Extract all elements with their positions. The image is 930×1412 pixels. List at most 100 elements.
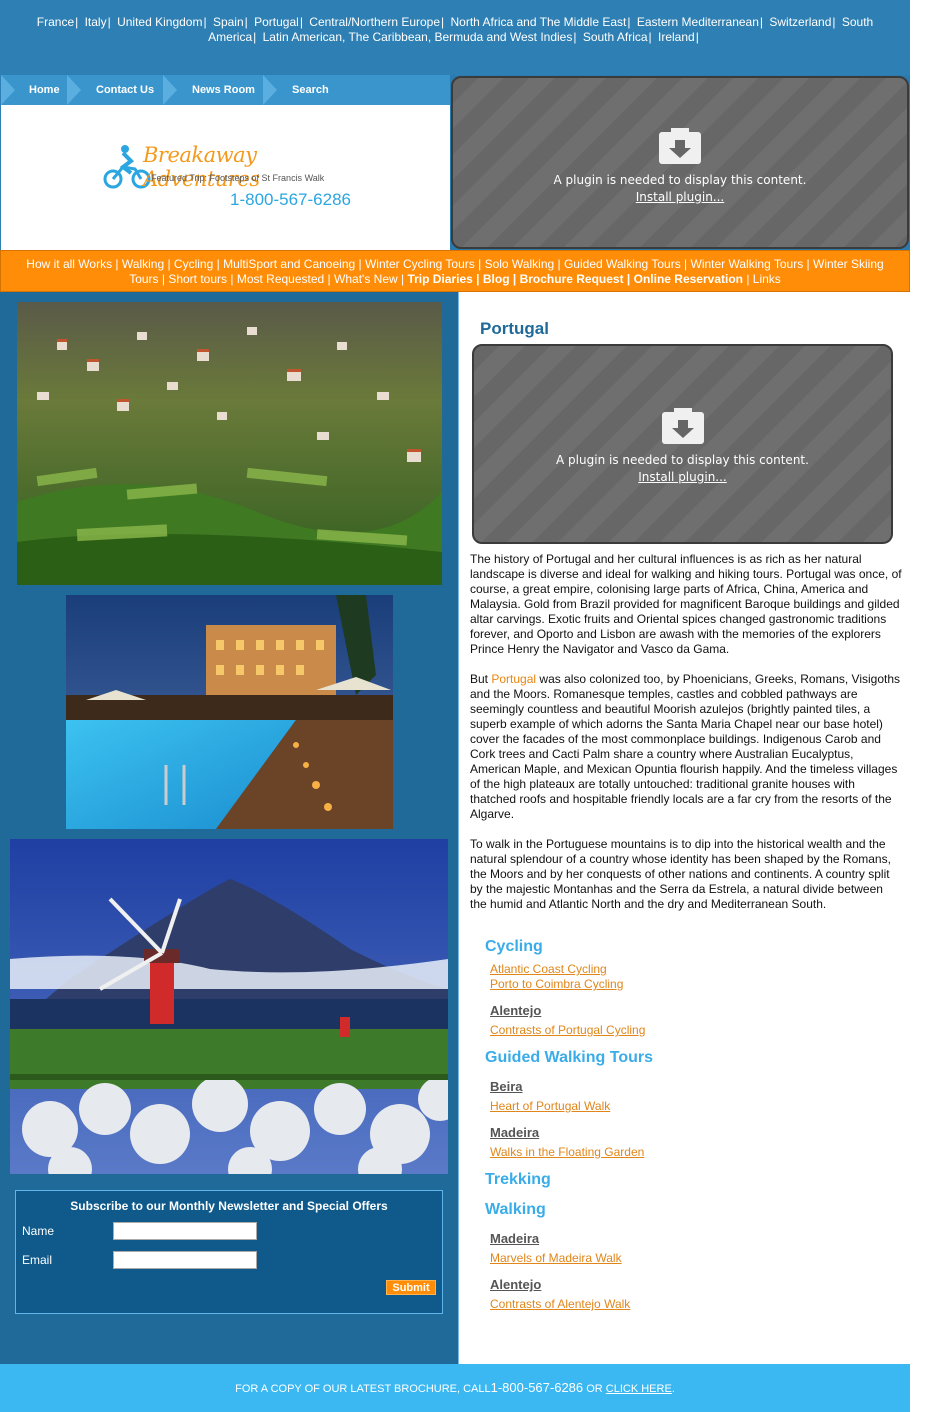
main-nav-link[interactable]: What's New: [334, 272, 398, 286]
main-nav-link[interactable]: Trip Diaries: [407, 272, 472, 286]
main-nav-link[interactable]: Blog: [483, 272, 510, 286]
tab-search[interactable]: Search: [292, 75, 329, 105]
nav-separator: |: [648, 30, 652, 44]
email-field[interactable]: [113, 1251, 257, 1269]
country-link[interactable]: Italy: [85, 15, 107, 29]
tab-news-room[interactable]: News Room: [192, 75, 255, 105]
main-nav-link[interactable]: Winter Cycling Tours: [365, 257, 475, 271]
main-nav-link[interactable]: Online Reservation: [634, 272, 743, 286]
main-nav-link[interactable]: Brochure Request: [520, 272, 624, 286]
country-link[interactable]: Portugal: [254, 15, 299, 29]
main-nav-link[interactable]: Cycling: [174, 257, 213, 271]
submit-button[interactable]: Submit: [386, 1280, 436, 1295]
nav-separator: |: [695, 30, 699, 44]
left-column: Subscribe to our Monthly Newsletter and …: [0, 292, 458, 1364]
nav-separator: |: [324, 272, 335, 286]
brand-logo[interactable]: Breakaway Adventures Featured Trip: Foot…: [101, 143, 361, 223]
history-paragraph: But Portugal was also colonized too, by …: [470, 672, 902, 822]
nav-separator: |: [244, 15, 248, 29]
click-here-link[interactable]: CLICK HERE: [606, 1383, 672, 1395]
main-nav-link[interactable]: Short tours: [168, 272, 227, 286]
nav-separator: |: [397, 272, 408, 286]
country-link[interactable]: France: [37, 15, 74, 29]
mountains-paragraph: To walk in the Portuguese mountains is t…: [470, 837, 891, 911]
nav-separator: |: [743, 272, 753, 286]
intro-paragraph: The history of Portugal and her cultural…: [470, 552, 902, 656]
trekking-heading: Trekking: [485, 1171, 551, 1188]
terraced-village-photo: [17, 302, 442, 585]
name-field[interactable]: [113, 1222, 257, 1240]
history-text: was also colonized too, by Phoenicians, …: [470, 672, 901, 821]
header-plugin-placeholder: A plugin is needed to display this conte…: [451, 76, 909, 249]
nav-separator: |: [213, 257, 224, 271]
alentejo-heading[interactable]: Alentejo: [490, 1003, 541, 1018]
tab-arrow-icon: [163, 75, 177, 105]
country-link[interactable]: United Kingdom: [117, 15, 202, 29]
windmill-volcano-photo: [10, 839, 448, 1174]
atlantic-coast-cycling-link[interactable]: Atlantic Coast Cycling: [490, 962, 607, 976]
walks-in-floating-garden-link[interactable]: Walks in the Floating Garden: [490, 1145, 644, 1159]
page: France| Italy| United Kingdom| Spain| Po…: [0, 0, 910, 1412]
newsletter-form: Subscribe to our Monthly Newsletter and …: [15, 1190, 443, 1314]
guided-walking-tours-heading: Guided Walking Tours: [485, 1049, 653, 1066]
brand-name: Breakaway Adventures: [143, 143, 260, 191]
main-nav-link[interactable]: Most Requested: [237, 272, 324, 286]
country-link[interactable]: Central/Northern Europe: [309, 15, 440, 29]
country-nav: France| Italy| United Kingdom| Spain| Po…: [0, 0, 910, 75]
country-link[interactable]: Spain: [213, 15, 244, 29]
madeira-heading[interactable]: Madeira: [490, 1125, 539, 1140]
footer-period: .: [671, 1383, 675, 1395]
alentejo-walking-heading[interactable]: Alentejo: [490, 1277, 541, 1292]
cycling-heading: Cycling: [485, 938, 543, 955]
tab-contact-us[interactable]: Contact Us: [96, 75, 154, 105]
install-plugin-link[interactable]: Install plugin...: [474, 470, 891, 484]
country-link[interactable]: North Africa and The Middle East: [450, 15, 626, 29]
beira-heading[interactable]: Beira: [490, 1079, 523, 1094]
porto-coimbra-cycling-link[interactable]: Porto to Coimbra Cycling: [490, 977, 623, 991]
nav-separator: |: [472, 272, 483, 286]
nav-separator: |: [554, 257, 564, 271]
nav-separator: |: [75, 15, 79, 29]
nav-separator: |: [474, 257, 485, 271]
main-nav-link[interactable]: Winter Walking Tours: [691, 257, 804, 271]
nav-separator: |: [759, 15, 764, 29]
plugin-message: A plugin is needed to display this conte…: [556, 453, 809, 467]
nav-separator: |: [299, 15, 303, 29]
plugin-message: A plugin is needed to display this conte…: [553, 173, 807, 187]
tab-home[interactable]: Home: [29, 75, 60, 105]
contrasts-of-alentejo-walk-link[interactable]: Contrasts of Alentejo Walk: [490, 1297, 630, 1311]
right-column: Portugal A plugin is needed to display t…: [458, 292, 910, 1364]
footer-text: FOR A COPY OF OUR LATEST BROCHURE, CALL: [235, 1383, 491, 1395]
walking-heading: Walking: [485, 1201, 546, 1218]
main-nav-link[interactable]: Solo Walking: [485, 257, 555, 271]
nav-separator: |: [509, 272, 520, 286]
madeira-walking-heading[interactable]: Madeira: [490, 1231, 539, 1246]
country-link[interactable]: Ireland: [658, 30, 695, 44]
plugin-download-icon: [661, 408, 704, 444]
main-nav-link[interactable]: Guided Walking Tours: [564, 257, 681, 271]
hotel-pool-photo: [66, 595, 393, 829]
country-link[interactable]: Latin American, The Caribbean, Bermuda a…: [263, 30, 573, 44]
tab-arrow-icon: [1, 75, 15, 105]
country-link[interactable]: Eastern Mediterranean: [637, 15, 759, 29]
install-plugin-link[interactable]: Install plugin...: [453, 190, 907, 204]
name-label: Name: [22, 1224, 55, 1238]
marvels-of-madeira-walk-link[interactable]: Marvels of Madeira Walk: [490, 1251, 622, 1265]
main-nav-link[interactable]: Links: [753, 272, 781, 286]
nav-separator: |: [112, 257, 122, 271]
content-plugin-placeholder: A plugin is needed to display this conte…: [472, 344, 893, 544]
main-nav-link[interactable]: MultiSport and Canoeing: [223, 257, 355, 271]
heart-of-portugal-walk-link[interactable]: Heart of Portugal Walk: [490, 1099, 610, 1113]
newsletter-title: Subscribe to our Monthly Newsletter and …: [70, 1199, 388, 1213]
main-nav-link[interactable]: How it all Works: [26, 257, 112, 271]
tab-arrow-icon: [67, 75, 81, 105]
header-logo-panel: Home Contact Us News Room Search Breakaw…: [0, 75, 450, 250]
nav-separator: |: [227, 272, 237, 286]
nav-separator: |: [832, 15, 836, 29]
country-link[interactable]: South Africa: [583, 30, 648, 44]
contrasts-of-portugal-cycling-link[interactable]: Contrasts of Portugal Cycling: [490, 1023, 645, 1037]
country-link[interactable]: Switzerland: [769, 15, 831, 29]
main-nav-link[interactable]: Walking: [122, 257, 164, 271]
portugal-link[interactable]: Portugal: [491, 672, 536, 686]
header-tabs: Home Contact Us News Room Search: [1, 75, 450, 105]
